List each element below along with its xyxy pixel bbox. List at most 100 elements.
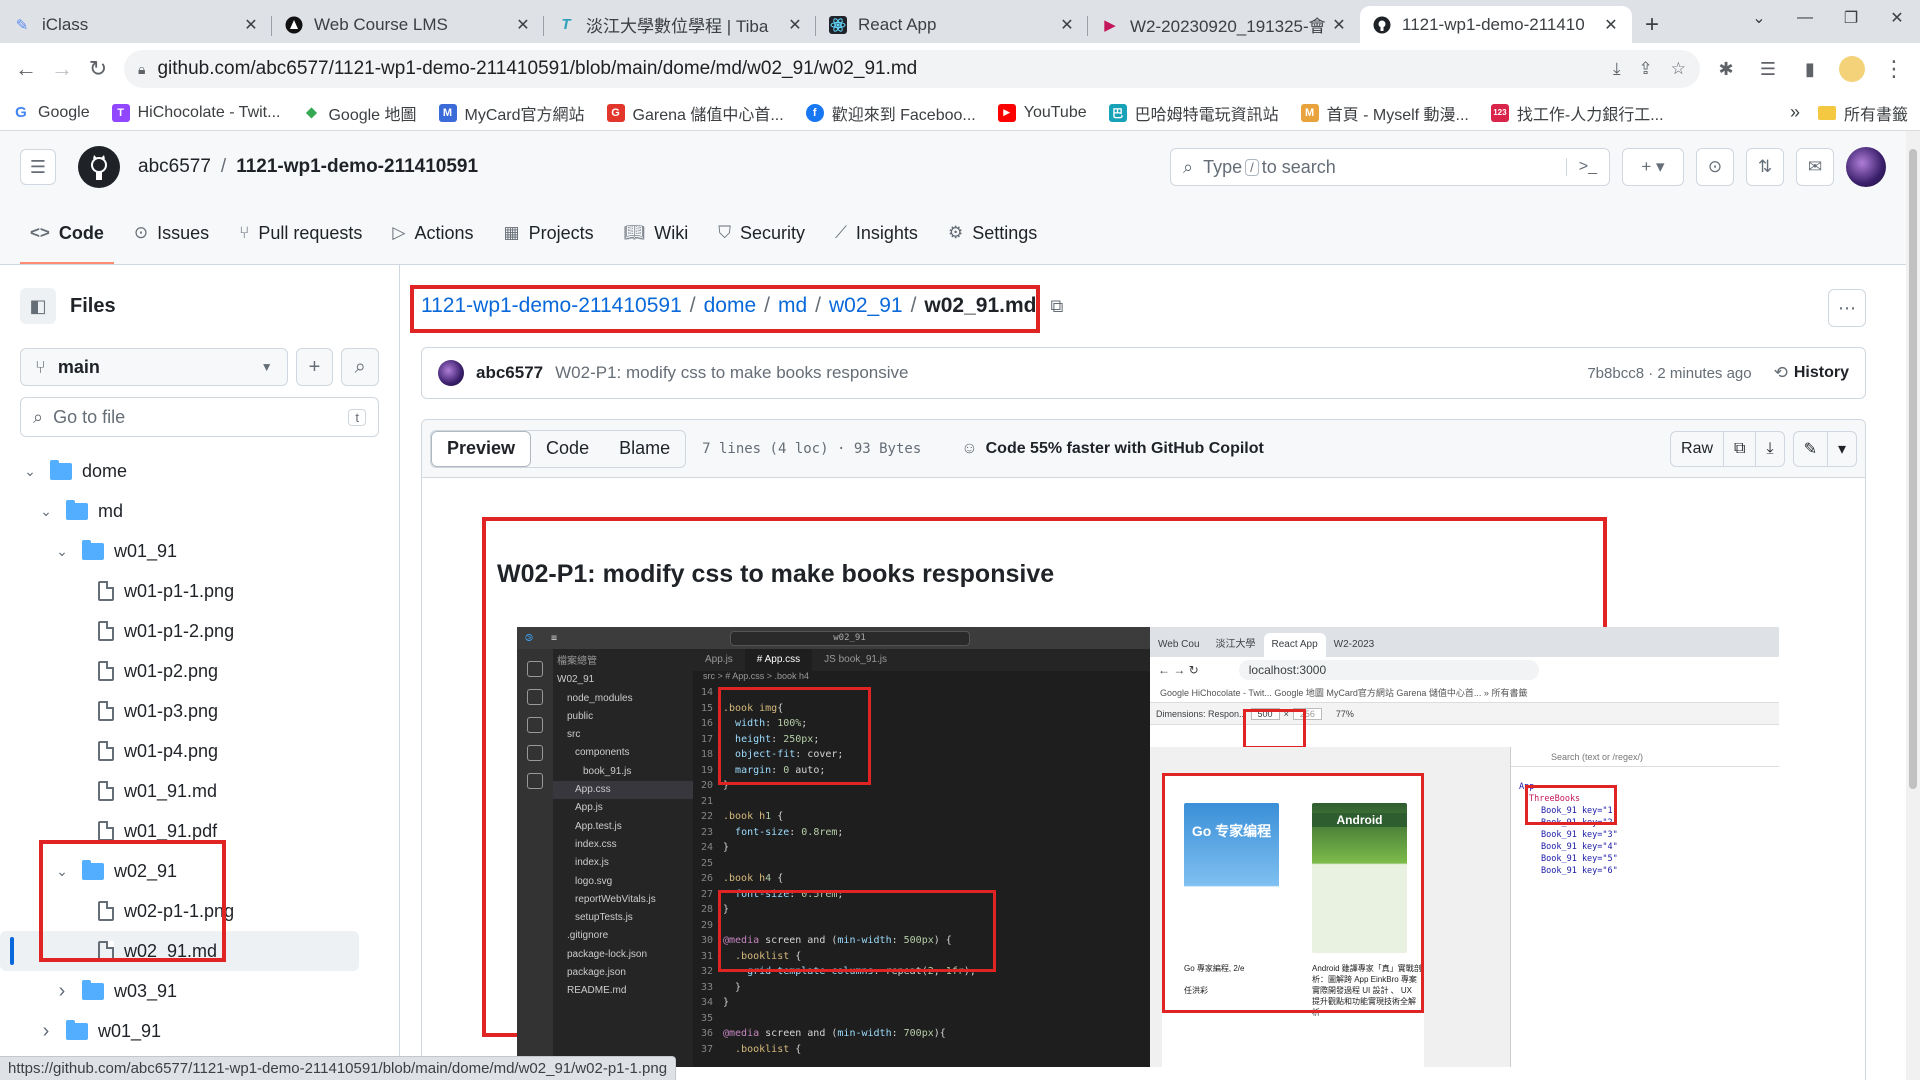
chevron-right-icon[interactable]: › — [52, 980, 72, 1003]
search-files-icon[interactable]: ⌕ — [341, 348, 379, 386]
issues-icon[interactable]: ⊙ — [1696, 148, 1734, 186]
create-new-button[interactable]: + ▾ — [1622, 148, 1684, 186]
browser-tab-active[interactable]: 1121-wp1-demo-211410 ✕ — [1360, 6, 1632, 43]
close-icon[interactable]: ✕ — [1602, 15, 1620, 35]
browser-tab[interactable]: ✎ iClass ✕ — [0, 6, 272, 43]
side-panel-icon[interactable]: ▮ — [1792, 51, 1828, 87]
all-bookmarks[interactable]: 所有書籤 — [1818, 101, 1908, 125]
history-link[interactable]: History — [1794, 364, 1849, 382]
bookmark-item[interactable]: ▶YouTube — [998, 104, 1087, 122]
tree-file[interactable]: w01_91.pdf — [0, 811, 399, 851]
bookmark-item[interactable]: 123找工作-人力銀行工... — [1491, 101, 1664, 125]
tree-file[interactable]: w01-p2.png — [0, 651, 399, 691]
pull-requests-icon[interactable]: ⇅ — [1746, 148, 1784, 186]
edit-dropdown-icon[interactable]: ▾ — [1828, 432, 1856, 466]
chevron-down-icon[interactable]: ⌄ — [20, 463, 40, 480]
copilot-promo[interactable]: ☺ Code 55% faster with GitHub Copilot — [961, 440, 1264, 458]
lock-icon[interactable]: 🔒︎ — [138, 61, 145, 78]
bookmark-item[interactable]: THiChocolate - Twit... — [112, 104, 281, 122]
tree-folder[interactable]: ⌄w02_91 — [0, 851, 399, 891]
user-avatar[interactable] — [1846, 147, 1886, 187]
tab-code[interactable]: <>Code — [20, 202, 114, 264]
commit-author[interactable]: abc6577 — [476, 363, 543, 383]
hamburger-menu-icon[interactable]: ☰ — [20, 149, 56, 185]
tab-wiki[interactable]: 📖︎Wiki — [614, 202, 699, 264]
tree-folder[interactable]: ›w01_91 — [0, 1011, 399, 1051]
path-repo-link[interactable]: 1121-wp1-demo-211410591 — [421, 294, 682, 318]
commit-message[interactable]: W02-P1: modify css to make books respons… — [555, 363, 908, 383]
blame-tab[interactable]: Blame — [604, 431, 685, 467]
page-scrollbar[interactable] — [1906, 131, 1920, 1080]
tab-projects[interactable]: ▦Projects — [494, 202, 604, 264]
minimize-icon[interactable]: — — [1782, 0, 1828, 36]
address-bar[interactable]: 🔒︎ github.com/abc6577/1121-wp1-demo-2114… — [124, 50, 1700, 88]
path-dir-link[interactable]: dome — [704, 294, 757, 318]
bookmark-item[interactable]: GGarena 儲值中心首... — [607, 101, 784, 125]
download-icon[interactable]: ⤓ — [1756, 432, 1783, 466]
tab-insights[interactable]: ⟋Insights — [825, 202, 928, 264]
browser-tab[interactable]: ▶ W2-20230920_191325-會 ✕ — [1088, 6, 1360, 43]
back-icon[interactable]: ← — [8, 51, 44, 87]
close-icon[interactable]: ✕ — [1058, 15, 1076, 35]
more-options-icon[interactable]: ⋯ — [1828, 289, 1866, 327]
tab-issues[interactable]: ⊙Issues — [124, 202, 219, 264]
install-icon[interactable]: ⤓ — [1613, 59, 1621, 79]
tree-folder[interactable]: ⌄dome — [0, 451, 399, 491]
close-icon[interactable]: ✕ — [1330, 15, 1348, 35]
search-input[interactable]: ⌕ Type / to search >_ — [1170, 148, 1610, 186]
bookmark-item[interactable]: MMyCard官方網站 — [439, 101, 585, 125]
tree-file[interactable]: w01-p1-2.png — [0, 611, 399, 651]
tree-file[interactable]: w01-p4.png — [0, 731, 399, 771]
branch-selector[interactable]: ⑂ main ▼ — [20, 348, 288, 386]
add-file-button[interactable]: + — [296, 348, 334, 386]
tab-search-icon[interactable]: ⌄ — [1736, 0, 1782, 36]
commit-author-avatar[interactable] — [438, 360, 464, 386]
chevron-down-icon[interactable]: ⌄ — [36, 503, 56, 520]
go-to-file-input[interactable]: ⌕ Go to file t — [20, 397, 379, 437]
embedded-screenshot-image[interactable]: ⧁≡w02_91 檔案總管W02_91node_modulespublicsrc… — [517, 627, 1779, 1067]
repo-owner-link[interactable]: abc6577 — [138, 156, 211, 178]
close-icon[interactable]: ✕ — [786, 15, 804, 35]
reload-icon[interactable]: ↻ — [80, 51, 116, 87]
bookmark-item[interactable]: M首頁 - Myself 動漫... — [1301, 101, 1469, 125]
extensions-icon[interactable]: ✱ — [1708, 51, 1744, 87]
code-tab[interactable]: Code — [531, 431, 604, 467]
tab-pull-requests[interactable]: ⑂Pull requests — [229, 202, 372, 264]
tree-folder[interactable]: ⌄md — [0, 491, 399, 531]
scrollbar-thumb[interactable] — [1909, 149, 1917, 789]
repo-name-link[interactable]: 1121-wp1-demo-211410591 — [236, 156, 478, 178]
forward-icon[interactable]: → — [44, 51, 80, 87]
bookmark-item[interactable]: 巴巴哈姆特電玩資訊站 — [1109, 101, 1279, 125]
github-logo-icon[interactable] — [78, 146, 120, 188]
tree-file[interactable]: w01_91.md — [0, 771, 399, 811]
close-icon[interactable]: ✕ — [242, 15, 260, 35]
tree-file[interactable]: w01-p3.png — [0, 691, 399, 731]
raw-button[interactable]: Raw — [1671, 432, 1724, 466]
chevron-down-icon[interactable]: ⌄ — [52, 863, 72, 880]
tree-file[interactable]: w02_91.md — [0, 931, 359, 971]
star-icon[interactable]: ☆ — [1671, 59, 1686, 79]
restore-icon[interactable]: ❐ — [1828, 0, 1874, 36]
command-palette-icon[interactable]: >_ — [1566, 158, 1597, 176]
bookmark-item[interactable]: GGoogle — [12, 104, 90, 122]
bookmark-item[interactable]: f歡迎來到 Faceboo... — [806, 101, 976, 125]
edit-pencil-icon[interactable]: ✎ — [1794, 432, 1828, 466]
browser-tab[interactable]: React App ✕ — [816, 6, 1088, 43]
path-dir-link[interactable]: md — [778, 294, 807, 318]
menu-icon[interactable]: ⋮ — [1876, 51, 1912, 87]
preview-tab[interactable]: Preview — [431, 431, 531, 467]
tab-settings[interactable]: ⚙Settings — [938, 202, 1047, 264]
tree-file[interactable]: w02-p1-1.png — [0, 891, 399, 931]
commit-sha-time[interactable]: 7b8bcc8 · 2 minutes ago — [1587, 365, 1751, 382]
close-icon[interactable]: ✕ — [514, 15, 532, 35]
copy-raw-icon[interactable]: ⧉ — [1724, 432, 1756, 466]
reading-list-icon[interactable]: ☰ — [1750, 51, 1786, 87]
share-icon[interactable]: ⇪ — [1639, 59, 1653, 79]
browser-tab[interactable]: Web Course LMS ✕ — [272, 6, 544, 43]
more-bookmarks-icon[interactable]: » — [1790, 102, 1800, 123]
bookmark-item[interactable]: ⬥Google 地圖 — [302, 101, 416, 125]
inbox-icon[interactable]: ✉ — [1796, 148, 1834, 186]
tab-actions[interactable]: ▷Actions — [382, 202, 483, 264]
profile-avatar[interactable] — [1834, 51, 1870, 87]
browser-tab[interactable]: T 淡江大學數位學程 | Tiba ✕ — [544, 6, 816, 43]
